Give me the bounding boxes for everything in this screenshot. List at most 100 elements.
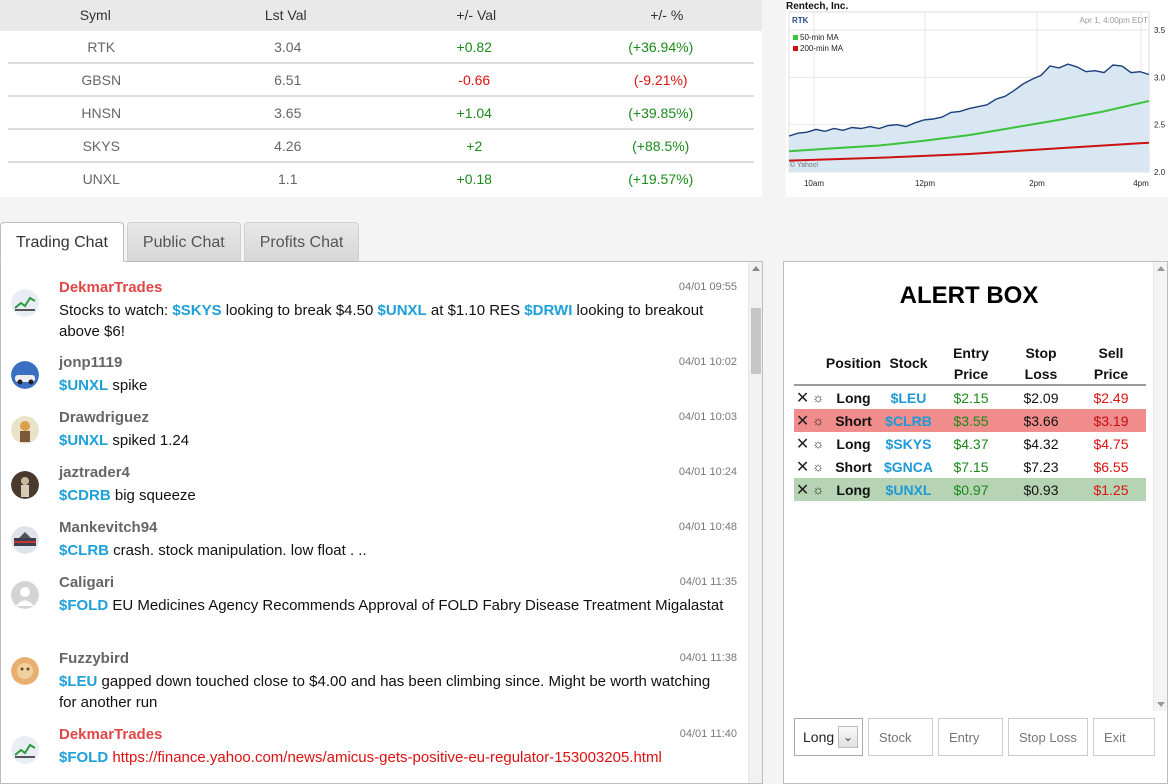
alert-entry: $0.97 bbox=[953, 481, 989, 498]
message-timestamp: 04/01 11:38 bbox=[679, 652, 737, 664]
x-tick-label: 12pm bbox=[915, 179, 935, 188]
position-select[interactable]: Long ⌄ bbox=[794, 718, 863, 756]
message-username[interactable]: DekmarTrades bbox=[59, 279, 162, 296]
delete-icon[interactable]: ✕ bbox=[796, 457, 809, 477]
alert-stock[interactable]: $GNCA bbox=[881, 459, 936, 475]
scroll-up-icon[interactable] bbox=[1157, 266, 1165, 271]
alert-scrollbar[interactable] bbox=[1153, 262, 1167, 711]
avatar[interactable] bbox=[11, 416, 39, 444]
alert-position: Short bbox=[835, 412, 872, 429]
alert-stock[interactable]: $UNXL bbox=[881, 482, 936, 498]
ticker-link[interactable]: $UNXL bbox=[59, 377, 108, 394]
alert-sell: $4.75 bbox=[1093, 435, 1129, 452]
y-tick-label: 2.5 bbox=[1154, 121, 1166, 130]
quote-row[interactable]: GBSN 6.51 -0.66 (-9.21%) bbox=[8, 64, 754, 97]
ticker-link[interactable]: $DRWI bbox=[524, 302, 572, 319]
alert-title: ALERT BOX bbox=[899, 282, 1039, 309]
avatar[interactable] bbox=[11, 289, 39, 317]
alert-sell: $3.19 bbox=[1093, 412, 1129, 429]
message-timestamp: 04/01 11:40 bbox=[679, 728, 737, 740]
message-username[interactable]: Mankevitch94 bbox=[59, 519, 157, 536]
message-url-link[interactable]: https://finance.yahoo.com/news/amicus-ge… bbox=[112, 749, 661, 766]
ticker-link[interactable]: $FOLD bbox=[59, 597, 108, 614]
entry-input[interactable] bbox=[938, 718, 1003, 756]
y-tick-label: 3.0 bbox=[1154, 73, 1166, 82]
delete-icon[interactable]: ✕ bbox=[796, 411, 809, 431]
stop-loss-input[interactable] bbox=[1008, 718, 1088, 756]
message-username[interactable]: DekmarTrades bbox=[59, 726, 162, 743]
price-area bbox=[789, 64, 1149, 172]
avatar[interactable] bbox=[11, 657, 39, 685]
delete-icon[interactable]: ✕ bbox=[796, 434, 809, 454]
message-timestamp: 04/01 10:24 bbox=[678, 466, 737, 478]
tab-trading-chat[interactable]: Trading Chat bbox=[0, 222, 124, 262]
alert-sell: $2.49 bbox=[1093, 389, 1129, 406]
message-text: $CDRB big squeeze bbox=[59, 487, 196, 504]
scroll-down-icon[interactable] bbox=[1157, 702, 1165, 707]
legend-swatch-ma50 bbox=[793, 35, 798, 40]
message-username[interactable]: Fuzzybird bbox=[59, 650, 129, 667]
message-timestamp: 04/01 10:03 bbox=[678, 411, 737, 423]
quote-last: 3.65 bbox=[274, 105, 302, 121]
header-entry-price: Entry Price bbox=[953, 344, 989, 382]
avatar[interactable] bbox=[11, 471, 39, 499]
alert-stock[interactable]: $CLRB bbox=[881, 413, 936, 429]
quote-row[interactable]: SKYS 4.26 +2 (+88.5%) bbox=[8, 130, 754, 163]
ticker-link[interactable]: $LEU bbox=[59, 673, 97, 690]
stock-input[interactable] bbox=[868, 718, 933, 756]
quote-row[interactable]: RTK 3.04 +0.82 (+36.94%) bbox=[8, 31, 754, 64]
quote-change: +0.82 bbox=[456, 39, 492, 55]
alert-position: Long bbox=[836, 389, 871, 406]
alert-sell: $1.25 bbox=[1093, 481, 1129, 498]
avatar[interactable] bbox=[11, 361, 39, 389]
quote-table-header: Syml Lst Val +/- Val +/- % bbox=[0, 0, 762, 31]
settings-icon[interactable]: ☼ bbox=[812, 482, 824, 497]
ticker-link[interactable]: $FOLD bbox=[59, 749, 108, 766]
chart-company: Rentech, Inc. bbox=[786, 1, 848, 12]
ticker-link[interactable]: $SKYS bbox=[172, 302, 221, 319]
chat-scroll-thumb[interactable] bbox=[751, 308, 761, 374]
settings-icon[interactable]: ☼ bbox=[812, 390, 824, 405]
scroll-up-icon[interactable] bbox=[752, 266, 760, 271]
tab-public-chat[interactable]: Public Chat bbox=[126, 222, 241, 261]
delete-icon[interactable]: ✕ bbox=[796, 388, 809, 408]
exit-input[interactable] bbox=[1093, 718, 1155, 756]
chevron-down-icon[interactable]: ⌄ bbox=[838, 726, 858, 748]
quote-symbol: SKYS bbox=[82, 138, 120, 154]
message-text: $UNXL spiked 1.24 bbox=[59, 432, 190, 449]
settings-icon[interactable]: ☼ bbox=[812, 413, 824, 428]
quote-row[interactable]: HNSN 3.65 +1.04 (+39.85%) bbox=[8, 97, 754, 130]
settings-icon[interactable]: ☼ bbox=[812, 459, 824, 474]
header-change-percent: +/- % bbox=[650, 7, 684, 23]
header-last-value: Lst Val bbox=[264, 7, 307, 23]
message-username[interactable]: Caligari bbox=[59, 574, 114, 591]
chat-scrollbar[interactable] bbox=[748, 262, 762, 783]
quote-percent: (+39.85%) bbox=[628, 105, 694, 121]
chat-panel[interactable]: DekmarTrades 04/01 09:55 Stocks to watch… bbox=[0, 261, 763, 784]
message-username[interactable]: jaztrader4 bbox=[59, 464, 130, 481]
ticker-link[interactable]: $UNXL bbox=[378, 302, 427, 319]
alert-table: Position Stock Entry Price Stop Loss Sell P… bbox=[794, 343, 1146, 501]
alert-row: ✕ ☼ Short $CLRB $3.55 $3.66 $3.19 bbox=[794, 409, 1146, 432]
alert-stock[interactable]: $LEU bbox=[881, 390, 936, 406]
message-username[interactable]: Drawdriguez bbox=[59, 409, 149, 426]
avatar[interactable] bbox=[11, 526, 39, 554]
ticker-link[interactable]: $CLRB bbox=[59, 542, 109, 559]
header-sell-price: Sell Price bbox=[1093, 344, 1129, 382]
settings-icon[interactable]: ☼ bbox=[812, 436, 824, 451]
quote-row[interactable]: UNXL 1.1 +0.18 (+19.57%) bbox=[8, 163, 754, 196]
header-symbol: Syml bbox=[79, 7, 111, 23]
ticker-link[interactable]: $UNXL bbox=[59, 432, 108, 449]
alert-stock[interactable]: $SKYS bbox=[881, 436, 936, 452]
price-chart[interactable]: Rentech, Inc. RTK Apr 1, 4:00pm EDT 50-m… bbox=[786, 0, 1168, 197]
ticker-link[interactable]: $CDRB bbox=[59, 487, 111, 504]
tab-profits-chat[interactable]: Profits Chat bbox=[243, 222, 360, 261]
delete-icon[interactable]: ✕ bbox=[796, 480, 809, 500]
avatar[interactable] bbox=[11, 736, 39, 764]
legend-ma50: 50-min MA bbox=[800, 33, 839, 42]
message-text: $CLRB crash. stock manipulation. low flo… bbox=[59, 542, 367, 559]
alert-entry: $2.15 bbox=[953, 389, 989, 406]
alert-row: ✕ ☼ Long $UNXL $0.97 $0.93 $1.25 bbox=[794, 478, 1146, 501]
message-username[interactable]: jonp1119 bbox=[59, 354, 122, 371]
avatar[interactable] bbox=[11, 581, 39, 609]
